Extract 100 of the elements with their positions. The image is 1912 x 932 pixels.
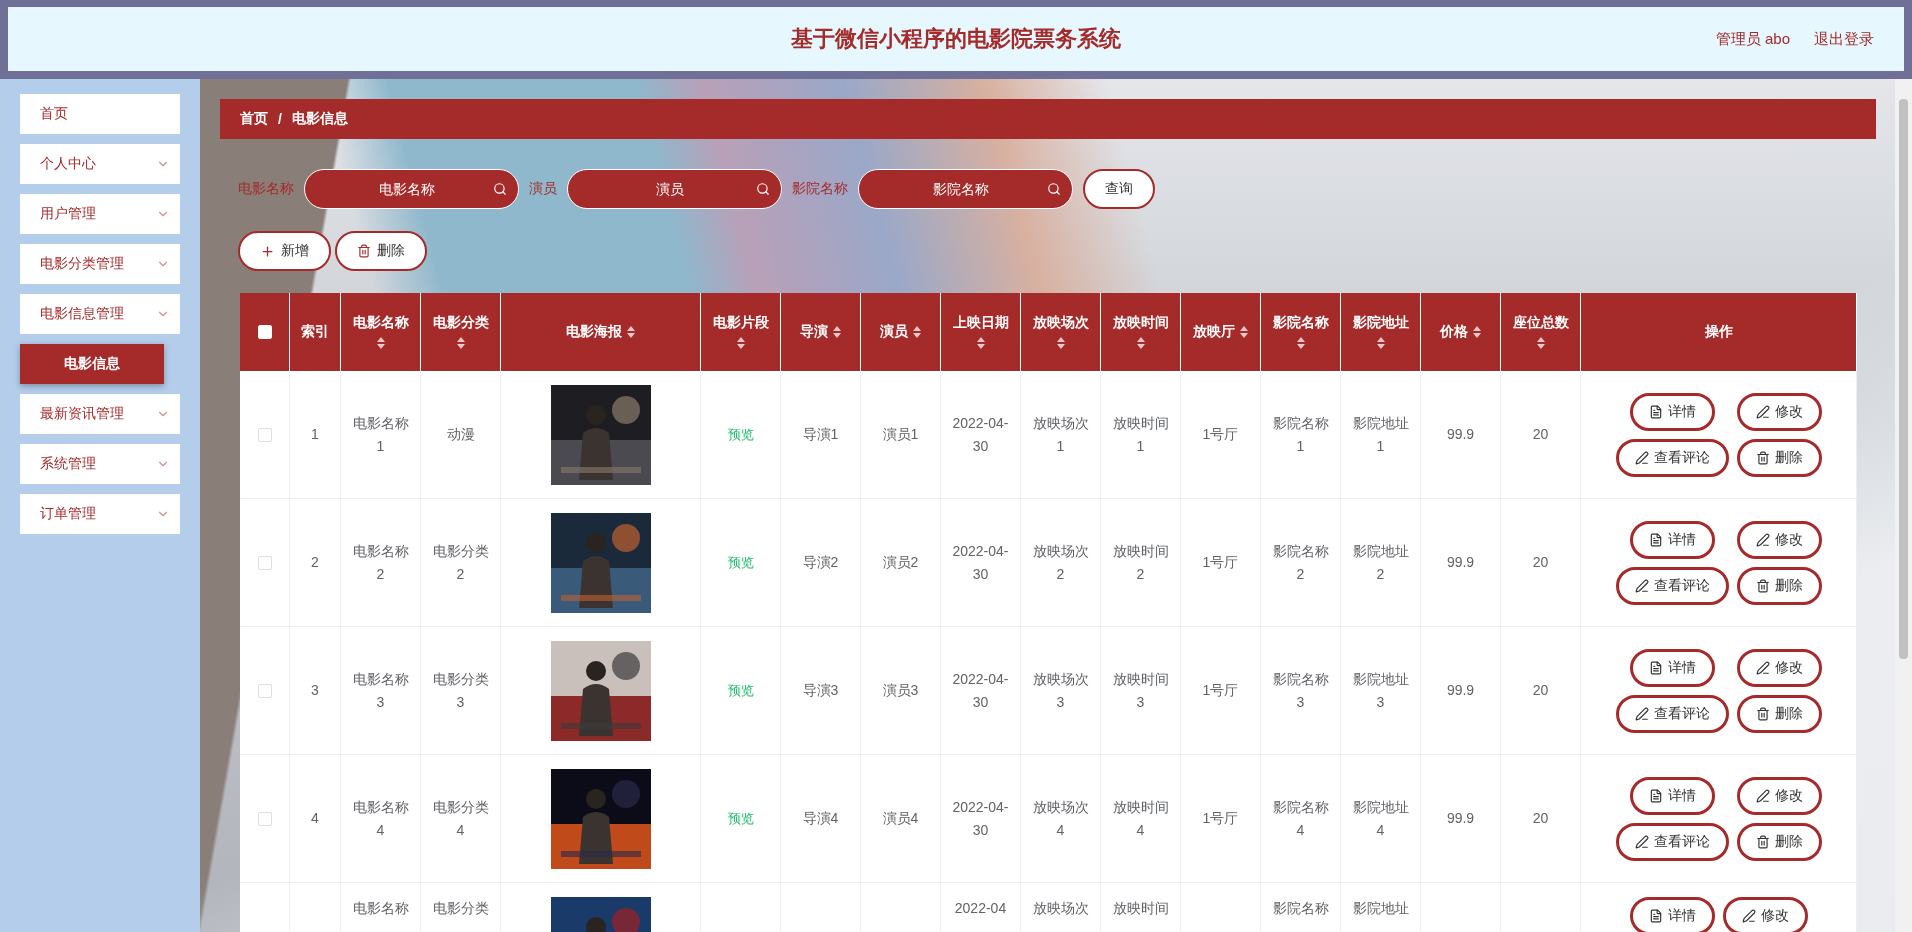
column-header[interactable]: 电影分类: [421, 293, 501, 371]
delete-button[interactable]: 删除: [1736, 694, 1822, 733]
table-cell-text: 电影分类2: [431, 541, 490, 584]
details-button[interactable]: 详情: [1629, 648, 1715, 687]
table-cell-text: 影院地址1: [1351, 413, 1410, 456]
column-header[interactable]: 导演: [781, 293, 861, 371]
table-cell-text: 2022-04-30: [951, 413, 1010, 456]
details-button[interactable]: 详情: [1629, 776, 1715, 815]
column-header: 操作: [1581, 293, 1857, 371]
column-header[interactable]: 影院名称: [1261, 293, 1341, 371]
column-header[interactable]: 放映厅: [1181, 293, 1261, 371]
select-all-checkbox[interactable]: [257, 325, 272, 339]
pen-icon: [1634, 706, 1649, 721]
sort-icon[interactable]: [1135, 336, 1146, 350]
details-button[interactable]: 详情: [1629, 392, 1715, 431]
table-cell-text: 影院名称4: [1271, 797, 1330, 840]
column-header[interactable]: 放映时间: [1101, 293, 1181, 371]
sort-icon[interactable]: [455, 336, 466, 350]
sort-icon[interactable]: [375, 336, 386, 350]
details-button[interactable]: 详情: [1629, 897, 1715, 932]
comments-button[interactable]: 查看评论: [1615, 438, 1729, 477]
add-button[interactable]: 新增: [238, 231, 331, 271]
sidebar-subitem[interactable]: 电影信息: [20, 344, 164, 384]
edit-button[interactable]: 修改: [1736, 648, 1822, 687]
row-checkbox[interactable]: [257, 427, 272, 442]
breadcrumb-link[interactable]: 首页: [240, 110, 268, 128]
pen-icon: [1634, 834, 1649, 849]
sidebar-item[interactable]: 系统管理: [20, 444, 180, 484]
search-button[interactable]: 查询: [1083, 169, 1155, 209]
table-cell-text: 20: [1532, 553, 1549, 572]
table-cell-text: 99.9: [1446, 553, 1475, 572]
column-header[interactable]: 放映场次: [1021, 293, 1101, 371]
search-label: 电影名称: [238, 180, 294, 198]
sort-icon[interactable]: [1055, 336, 1066, 350]
column-header[interactable]: 影院地址: [1341, 293, 1421, 371]
sort-icon[interactable]: [1295, 336, 1306, 350]
column-header[interactable]: 电影海报: [501, 293, 701, 371]
table-cell-text: 放映时间4: [1111, 797, 1170, 840]
sort-icon[interactable]: [1238, 325, 1249, 339]
document-icon: [1648, 660, 1663, 675]
pen-icon: [1755, 404, 1770, 419]
row-checkbox[interactable]: [257, 683, 272, 698]
document-icon: [1648, 404, 1663, 419]
edit-button[interactable]: 修改: [1722, 897, 1808, 932]
delete-button[interactable]: 删除: [1736, 566, 1822, 605]
table-cell-text: 2022-04-30: [951, 797, 1010, 840]
sort-icon[interactable]: [1535, 336, 1546, 350]
table-cell-text: 影院地址4: [1351, 797, 1410, 840]
table-cell-text: 2022-04-30: [951, 669, 1010, 712]
table-cell-text: 1号厅: [1202, 553, 1239, 572]
sort-icon[interactable]: [1471, 325, 1482, 339]
table-cell-text: 影院地址: [1352, 899, 1409, 918]
comments-button[interactable]: 查看评论: [1615, 694, 1729, 733]
sort-icon[interactable]: [735, 336, 746, 350]
scrollbar[interactable]: [1895, 79, 1912, 932]
sidebar-item[interactable]: 订单管理: [20, 494, 180, 534]
table-cell-text: 放映时间2: [1111, 541, 1170, 584]
comments-button[interactable]: 查看评论: [1615, 566, 1729, 605]
sidebar-item[interactable]: 电影信息管理: [20, 294, 180, 334]
user-label: 管理员 abo: [1715, 29, 1790, 49]
search-field[interactable]: 影院名称: [858, 169, 1073, 209]
edit-button[interactable]: 修改: [1736, 392, 1822, 431]
details-button[interactable]: 详情: [1629, 520, 1715, 559]
table-cell-text: 演员2: [882, 553, 919, 572]
column-header[interactable]: 上映日期: [941, 293, 1021, 371]
sort-icon[interactable]: [625, 325, 636, 339]
trash-icon: [1755, 706, 1770, 721]
logout-link[interactable]: 退出登录: [1814, 29, 1874, 49]
sidebar-item[interactable]: 最新资讯管理: [20, 394, 180, 434]
sort-icon[interactable]: [831, 325, 842, 339]
column-header[interactable]: 电影名称: [341, 293, 421, 371]
row-checkbox[interactable]: [257, 811, 272, 826]
column-header[interactable]: 演员: [861, 293, 941, 371]
delete-button[interactable]: 删除: [1736, 822, 1822, 861]
sort-icon[interactable]: [911, 325, 922, 339]
edit-button[interactable]: 修改: [1736, 520, 1822, 559]
sidebar-item[interactable]: 首页: [20, 94, 180, 134]
sidebar-item[interactable]: 个人中心: [20, 144, 180, 184]
trash-icon: [1755, 578, 1770, 593]
search-field[interactable]: 电影名称: [304, 169, 519, 209]
table-cell-text: 4: [311, 809, 319, 828]
sidebar-item[interactable]: 用户管理: [20, 194, 180, 234]
table-cell-text: 放映时间1: [1111, 413, 1170, 456]
column-header[interactable]: 座位总数: [1501, 293, 1581, 371]
table-cell-text: 99.9: [1446, 425, 1475, 444]
sort-icon[interactable]: [1375, 336, 1386, 350]
row-checkbox[interactable]: [257, 555, 272, 570]
table-cell-text: 2: [311, 553, 319, 572]
trash-icon: [357, 244, 371, 258]
sort-icon[interactable]: [975, 336, 986, 350]
search-field[interactable]: 演员: [567, 169, 782, 209]
edit-button[interactable]: 修改: [1736, 776, 1822, 815]
delete-button[interactable]: 删除: [1736, 438, 1822, 477]
column-header[interactable]: 价格: [1421, 293, 1501, 371]
delete-button[interactable]: 删除: [335, 231, 427, 271]
comments-button[interactable]: 查看评论: [1615, 822, 1729, 861]
breadcrumb-link[interactable]: 电影信息: [291, 110, 348, 128]
sidebar-item[interactable]: 电影分类管理: [20, 244, 180, 284]
document-icon: [1648, 909, 1663, 923]
column-header[interactable]: 电影片段: [701, 293, 781, 371]
